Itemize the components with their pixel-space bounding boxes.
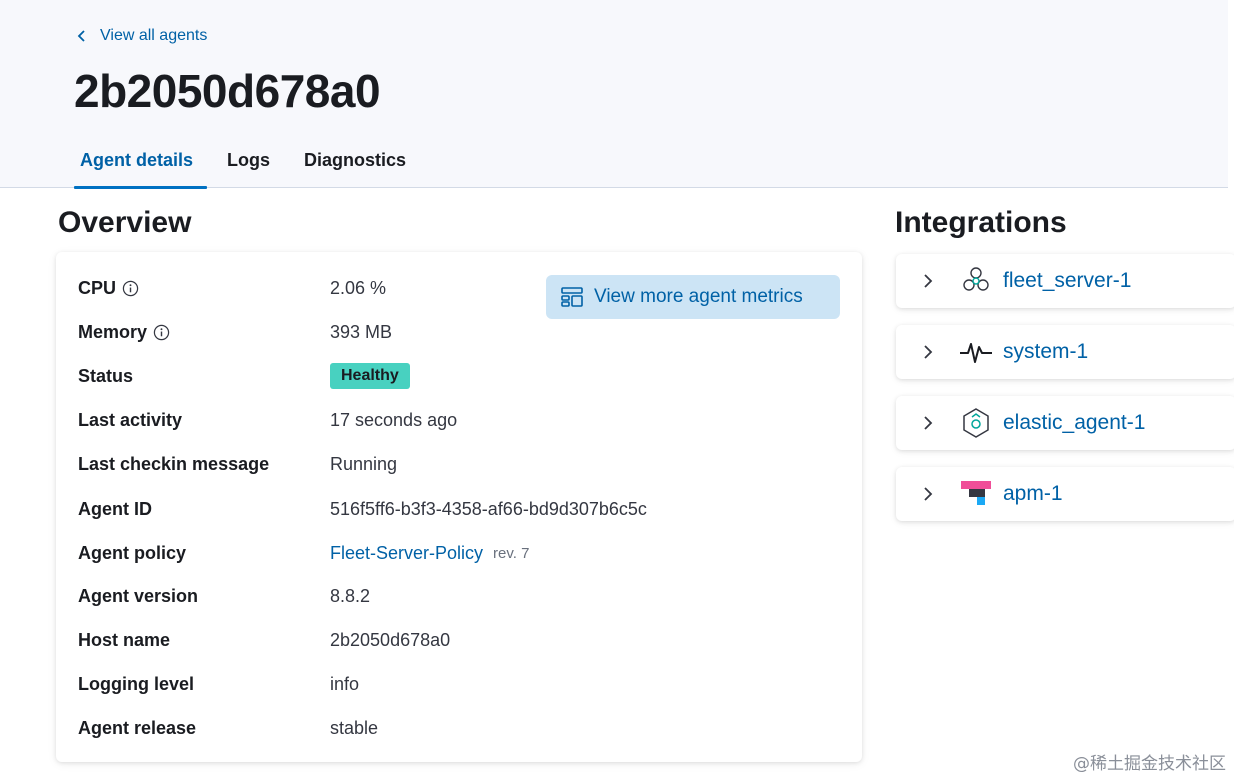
page-title: 2b2050d678a0 [74, 65, 381, 117]
integration-name: system-1 [1003, 340, 1089, 363]
tab-diagnostics[interactable]: Diagnostics [298, 138, 420, 188]
row-agent-policy: Agent policy Fleet-Server-Policy rev. 7 [78, 540, 529, 566]
chevron-right-icon[interactable] [921, 416, 935, 430]
cpu-value: 2.06 % [330, 277, 387, 298]
memory-value: 393 MB [330, 321, 393, 342]
info-icon[interactable] [153, 324, 170, 341]
row-memory: Memory 393 MB [78, 319, 392, 345]
agent-policy-link[interactable]: Fleet-Server-Policy [330, 543, 483, 564]
policy-revision: rev. 7 [493, 544, 530, 562]
chevron-right-icon[interactable] [921, 487, 935, 501]
elastic-agent-icon [959, 406, 993, 440]
integration-name: elastic_agent-1 [1003, 411, 1146, 434]
view-agent-metrics-button[interactable]: View more agent metrics [546, 275, 840, 319]
tab-agent-details[interactable]: Agent details [74, 138, 208, 189]
row-last-activity: Last activity 17 seconds ago [78, 407, 457, 433]
row-agent-release: Agent release stable [78, 715, 378, 741]
agent-release-value: stable [330, 717, 379, 738]
tab-logs[interactable]: Logs [221, 138, 284, 188]
chevron-right-icon[interactable] [921, 345, 935, 359]
last-activity-label: Last activity [78, 409, 183, 430]
integration-elastic-agent[interactable]: elastic_agent-1 [896, 396, 1234, 450]
row-last-checkin: Last checkin message Running [78, 451, 397, 477]
integration-fleet-server[interactable]: fleet_server-1 [896, 254, 1234, 308]
integrations-title: Integrations [895, 206, 1067, 239]
info-icon[interactable] [122, 280, 139, 297]
overview-panel: View more agent metrics CPU 2.06 % Memor… [56, 252, 862, 762]
status-badge: Healthy [330, 363, 410, 389]
cpu-label: CPU [78, 277, 117, 298]
row-agent-id: Agent ID 516f5ff6-b3f3-4358-af66-bd9d307… [78, 496, 647, 522]
memory-label: Memory [78, 321, 148, 342]
last-checkin-label: Last checkin message [78, 453, 270, 474]
agent-id-label: Agent ID [78, 498, 152, 519]
integration-system[interactable]: system-1 [896, 325, 1234, 379]
row-agent-version: Agent version 8.8.2 [78, 583, 370, 609]
integration-apm[interactable]: apm-1 [896, 467, 1234, 521]
last-activity-value: 17 seconds ago [330, 409, 458, 430]
row-status: Status Healthy [78, 363, 410, 389]
overview-title: Overview [58, 206, 192, 239]
tab-bar: Agent details Logs Diagnostics [74, 138, 434, 189]
host-name-value: 2b2050d678a0 [330, 629, 451, 650]
dashboard-icon [561, 287, 583, 307]
fleet-server-icon [959, 264, 993, 298]
integration-name: fleet_server-1 [1003, 269, 1132, 292]
chevron-right-icon[interactable] [921, 274, 935, 288]
logging-level-value: info [330, 673, 360, 694]
row-cpu: CPU 2.06 % [78, 275, 386, 301]
watermark: @稀土掘金技术社区 [1073, 754, 1226, 774]
system-pulse-icon [959, 335, 993, 369]
apm-icon [959, 477, 993, 511]
metrics-button-label: View more agent metrics [594, 286, 803, 307]
logging-level-label: Logging level [78, 673, 195, 694]
row-host-name: Host name 2b2050d678a0 [78, 627, 450, 653]
agent-policy-label: Agent policy [78, 542, 187, 563]
page-header: View all agents 2b2050d678a0 Agent detai… [0, 0, 1228, 189]
back-link[interactable]: View all agents [76, 27, 207, 45]
row-logging-level: Logging level info [78, 671, 359, 697]
agent-version-value: 8.8.2 [330, 585, 371, 606]
back-link-label: View all agents [100, 27, 208, 44]
agent-version-label: Agent version [78, 585, 199, 606]
chevron-left-icon [77, 30, 85, 42]
integration-name: apm-1 [1003, 482, 1063, 505]
agent-release-label: Agent release [78, 717, 197, 738]
agent-id-value: 516f5ff6-b3f3-4358-af66-bd9d307b6c5c [330, 498, 647, 519]
status-label: Status [78, 365, 134, 386]
last-checkin-value: Running [330, 453, 398, 474]
host-name-label: Host name [78, 629, 171, 650]
